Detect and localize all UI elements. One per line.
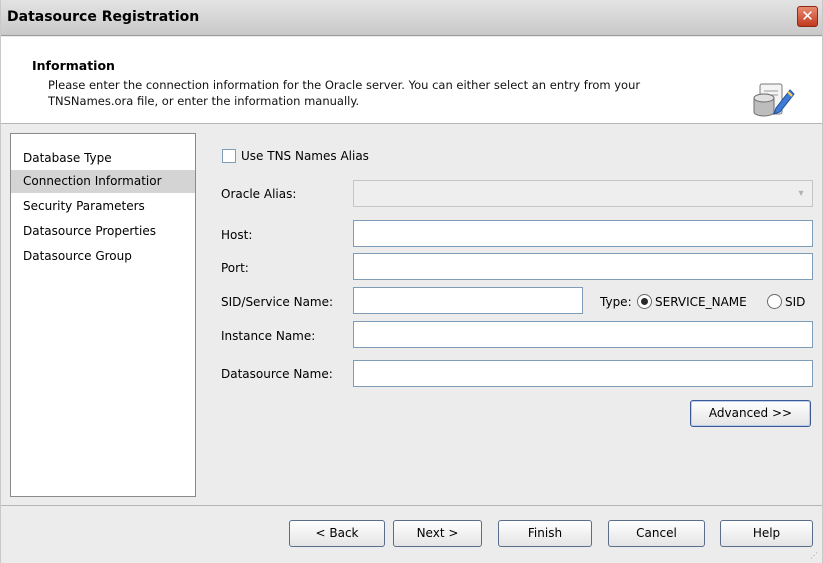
nav-item-datasource-group[interactable]: Datasource Group — [11, 245, 195, 268]
info-description-line-2: TNSNames.ora file, or enter the informat… — [48, 94, 360, 108]
datasource-name-label: Datasource Name: — [221, 367, 333, 381]
instance-name-input[interactable] — [353, 321, 813, 348]
wizard-footer: < Back Next > Finish Cancel Help ⋰ — [1, 505, 822, 563]
type-service-name-radio[interactable] — [637, 294, 652, 309]
nav-item-connection-information[interactable]: Connection Informatior — [11, 170, 195, 193]
next-button[interactable]: Next > — [393, 520, 482, 547]
port-input[interactable] — [353, 253, 813, 280]
finish-button[interactable]: Finish — [498, 520, 592, 547]
type-sid-label: SID — [785, 295, 806, 309]
host-label: Host: — [221, 228, 253, 242]
close-icon: ✕ — [801, 7, 814, 25]
type-label: Type: — [600, 295, 632, 309]
nav-item-database-type[interactable]: Database Type — [11, 147, 195, 170]
help-button[interactable]: Help — [720, 520, 813, 547]
port-label: Port: — [221, 261, 249, 275]
advanced-button[interactable]: Advanced >> — [690, 400, 811, 427]
title-bar[interactable]: Datasource Registration ✕ — [1, 0, 822, 36]
resize-grip-icon[interactable]: ⋰ — [810, 551, 820, 561]
sid-service-name-label: SID/Service Name: — [221, 295, 334, 309]
oracle-alias-label: Oracle Alias: — [221, 187, 297, 201]
back-button[interactable]: < Back — [289, 520, 385, 547]
window-title: Datasource Registration — [7, 9, 200, 25]
chevron-down-icon: ▾ — [798, 188, 804, 199]
type-service-name-label: SERVICE_NAME — [655, 295, 747, 309]
nav-item-datasource-properties[interactable]: Datasource Properties — [11, 220, 195, 243]
instance-name-label: Instance Name: — [221, 329, 316, 343]
content-area: Database Type Connection Informatior Sec… — [1, 125, 822, 505]
host-input[interactable] — [353, 220, 813, 247]
type-sid-radio[interactable] — [767, 294, 782, 309]
info-title: Information — [32, 58, 115, 73]
cancel-button[interactable]: Cancel — [608, 520, 705, 547]
information-header: Information Please enter the connection … — [1, 37, 822, 124]
sid-service-name-input[interactable] — [353, 287, 583, 314]
datasource-name-input[interactable] — [353, 360, 813, 387]
use-tns-alias-checkbox[interactable] — [222, 149, 236, 163]
radio-selected-dot — [641, 298, 648, 305]
info-description-line-1: Please enter the connection information … — [48, 78, 641, 92]
wizard-steps-nav: Database Type Connection Informatior Sec… — [10, 133, 196, 497]
close-button[interactable]: ✕ — [797, 6, 818, 27]
database-edit-icon — [753, 83, 795, 117]
nav-item-security-parameters[interactable]: Security Parameters — [11, 195, 195, 218]
datasource-registration-dialog: Datasource Registration ✕ Information Pl… — [0, 0, 823, 563]
use-tns-alias-label: Use TNS Names Alias — [241, 149, 369, 163]
oracle-alias-dropdown[interactable]: ▾ — [353, 180, 813, 207]
